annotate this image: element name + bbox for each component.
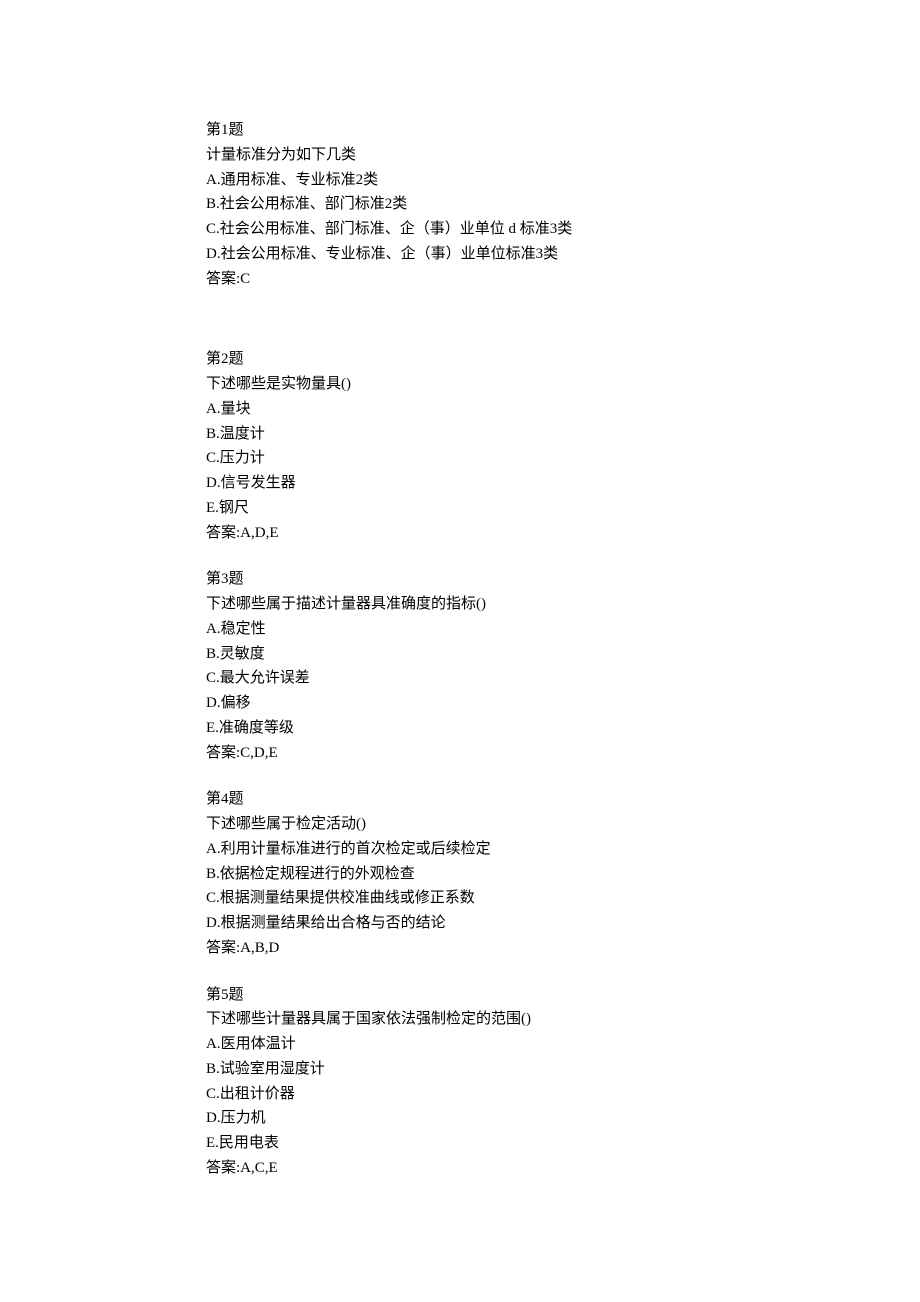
question-option: E.民用电表 xyxy=(206,1131,920,1156)
question-option: C.最大允许误差 xyxy=(206,666,920,691)
question-answer: 答案:A,B,D xyxy=(206,936,920,961)
question-option: B.社会公用标准、部门标准2类 xyxy=(206,192,920,217)
question-option: D.社会公用标准、专业标准、企（事）业单位标准3类 xyxy=(206,242,920,267)
question-block: 第2题 下述哪些是实物量具() A.量块 B.温度计 C.压力计 D.信号发生器… xyxy=(206,347,920,545)
question-option: B.灵敏度 xyxy=(206,642,920,667)
question-option: C.出租计价器 xyxy=(206,1082,920,1107)
document-page: 第1题 计量标准分为如下几类 A.通用标准、专业标准2类 B.社会公用标准、部门… xyxy=(0,0,920,1302)
question-answer: 答案:A,D,E xyxy=(206,521,920,546)
question-option: A.量块 xyxy=(206,397,920,422)
question-prompt: 下述哪些是实物量具() xyxy=(206,372,920,397)
question-prompt: 下述哪些属于检定活动() xyxy=(206,812,920,837)
question-prompt: 计量标准分为如下几类 xyxy=(206,143,920,168)
question-answer: 答案:C,D,E xyxy=(206,741,920,766)
question-option: C.社会公用标准、部门标准、企（事）业单位 d 标准3类 xyxy=(206,217,920,242)
question-answer: 答案:C xyxy=(206,267,920,292)
question-option: C.压力计 xyxy=(206,446,920,471)
question-prompt: 下述哪些计量器具属于国家依法强制检定的范围() xyxy=(206,1007,920,1032)
question-header: 第4题 xyxy=(206,787,920,812)
question-option: A.通用标准、专业标准2类 xyxy=(206,168,920,193)
question-answer: 答案:A,C,E xyxy=(206,1156,920,1181)
question-option: E.钢尺 xyxy=(206,496,920,521)
question-option: D.偏移 xyxy=(206,691,920,716)
question-header: 第5题 xyxy=(206,983,920,1008)
question-option: A.稳定性 xyxy=(206,617,920,642)
question-block: 第5题 下述哪些计量器具属于国家依法强制检定的范围() A.医用体温计 B.试验… xyxy=(206,983,920,1181)
question-option: C.根据测量结果提供校准曲线或修正系数 xyxy=(206,886,920,911)
question-option: B.温度计 xyxy=(206,422,920,447)
question-option: D.信号发生器 xyxy=(206,471,920,496)
question-header: 第3题 xyxy=(206,567,920,592)
question-block: 第4题 下述哪些属于检定活动() A.利用计量标准进行的首次检定或后续检定 B.… xyxy=(206,787,920,960)
question-header: 第1题 xyxy=(206,118,920,143)
question-block: 第1题 计量标准分为如下几类 A.通用标准、专业标准2类 B.社会公用标准、部门… xyxy=(206,118,920,291)
question-option: B.试验室用湿度计 xyxy=(206,1057,920,1082)
question-option: A.利用计量标准进行的首次检定或后续检定 xyxy=(206,837,920,862)
question-option: D.根据测量结果给出合格与否的结论 xyxy=(206,911,920,936)
question-prompt: 下述哪些属于描述计量器具准确度的指标() xyxy=(206,592,920,617)
question-block: 第3题 下述哪些属于描述计量器具准确度的指标() A.稳定性 B.灵敏度 C.最… xyxy=(206,567,920,765)
question-option: B.依据检定规程进行的外观检查 xyxy=(206,862,920,887)
question-header: 第2题 xyxy=(206,347,920,372)
question-option: D.压力机 xyxy=(206,1106,920,1131)
question-option: E.准确度等级 xyxy=(206,716,920,741)
question-option: A.医用体温计 xyxy=(206,1032,920,1057)
